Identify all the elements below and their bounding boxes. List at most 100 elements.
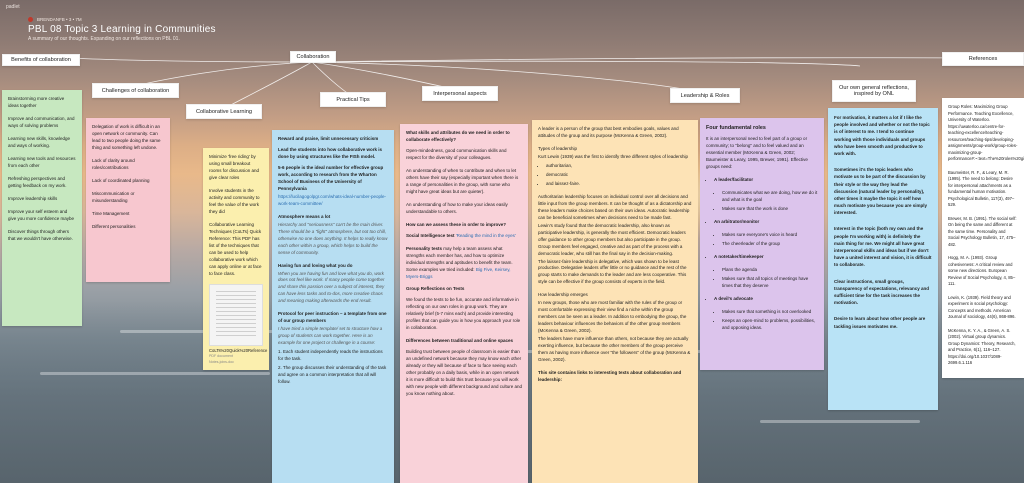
- label-references[interactable]: References: [942, 52, 1024, 66]
- benefit-item: Discover things through others that we w…: [8, 228, 73, 241]
- tip-text: Hierarchy and "seriousness" can't be the…: [278, 221, 388, 255]
- pdf-attachment[interactable]: [209, 283, 263, 346]
- challenge-item: Lack of coordinated planning: [92, 177, 150, 183]
- roles-list: An arbitrator/monitor: [706, 219, 818, 226]
- roles-list: A notetaker/timekeeper: [706, 254, 818, 261]
- learning-point: Minimize 'free riding' by using small br…: [209, 154, 260, 180]
- role-sublist: Communicates what we are doing, how we d…: [706, 190, 818, 213]
- label-challenges[interactable]: Challenges of collaboration: [92, 83, 179, 98]
- role-item: An arbitrator/monitor: [714, 219, 818, 226]
- tip-link[interactable]: https://lucilagogolpgr.com/whats-ideal-n…: [278, 194, 388, 208]
- role-item: A devil's advocate: [714, 296, 818, 303]
- tip-text: 5-6 people is the ideal number for effec…: [278, 164, 384, 191]
- label-practical-tips[interactable]: Practical Tips: [320, 92, 386, 107]
- label-reflections[interactable]: Our own general reflections, inspired by…: [832, 80, 916, 102]
- benefit-item: Improve leadership skills: [8, 195, 58, 201]
- pdf-meta: Notes-joins-doc: [209, 359, 234, 364]
- role-item: A leader/facilitator: [714, 177, 818, 184]
- label-benefits[interactable]: Benefits of collaboration: [2, 54, 80, 66]
- tip-heading: Having fun and loving what you do: [278, 262, 353, 268]
- leadership-text: This site contains links to interesting …: [538, 370, 682, 383]
- interpersonal-heading: Group Reflections on Tests: [406, 286, 465, 292]
- label-collab-learning[interactable]: Collaborative Learning: [186, 104, 262, 119]
- list-item: and laissez-faire.: [546, 181, 692, 188]
- benefits-card[interactable]: Brainstorming more creative ideas togeth…: [2, 90, 82, 326]
- reflection-text: Sometimes it's the topic leaders who mot…: [834, 167, 928, 216]
- label-leadership[interactable]: Leadership & Roles: [670, 88, 740, 103]
- interpersonal-heading: How can we assess these in order to impr…: [406, 221, 507, 227]
- list-item: Makes sure that all topics of meetings h…: [722, 276, 818, 290]
- reflection-text: Desire to learn about how other people a…: [834, 316, 926, 329]
- benefit-item: Learning new tools and resources from ea…: [8, 155, 76, 168]
- interpersonal-text: We found the tests to be fun, accurate a…: [406, 297, 521, 331]
- list-item: Keeps an open-mind to problems, possibil…: [722, 318, 818, 332]
- roles-list: A leader/facilitator: [706, 177, 818, 184]
- benefit-item: Improve and communication, and ways of s…: [8, 115, 75, 128]
- challenges-card[interactable]: Delegation of work is difficult in an op…: [86, 118, 170, 282]
- leadership-heading: How leadership emerges: [538, 292, 588, 298]
- challenge-item: Different personalities: [92, 223, 136, 229]
- roles-intro: It is an interpersonal need to feel part…: [706, 136, 808, 170]
- leadership-text: Lewin's study found that the democratic …: [538, 222, 686, 256]
- tip-heading: Atmosphere means a lot: [278, 213, 331, 219]
- list-item: Plans the agenda: [722, 267, 818, 274]
- interpersonal-heading: What skills and attributes do we need in…: [406, 130, 510, 142]
- interpersonal-text: Building trust between people of classro…: [406, 349, 522, 397]
- interpersonal-text: Open-mindedness, good communication skil…: [406, 147, 507, 160]
- label-interpersonal[interactable]: Interpersonal aspects: [422, 86, 498, 101]
- benefit-item: Improve your self esteem and give you mo…: [8, 208, 75, 221]
- reference-item: Lewin, K. (1939). Field theory and exper…: [948, 294, 1016, 320]
- practical-tips-card[interactable]: Reward and praise, limit unnecessary cri…: [272, 130, 394, 483]
- role-sublist: Makes sure everyone's voice is heard The…: [706, 232, 818, 248]
- interpersonal-text: An understanding of how to make your ide…: [406, 201, 508, 214]
- interpersonal-card[interactable]: What skills and attributes do we need in…: [400, 124, 528, 483]
- roles-list: A devil's advocate: [706, 296, 818, 303]
- challenge-item: Miscommunication or misunderstanding: [92, 190, 135, 203]
- social-intelligence-label: Social Intelligence test: [406, 232, 455, 238]
- benefit-item: Brainstorming more creative ideas togeth…: [8, 96, 65, 108]
- interpersonal-heading: Differences between traditional and onli…: [406, 338, 514, 344]
- list-item: Makes sure that the work is done: [722, 206, 818, 213]
- reference-item: Group Roles: Maximizing Group Performanc…: [948, 104, 1024, 161]
- list-item: Makes sure everyone's voice is heard: [722, 232, 818, 239]
- reference-item: Baumeister, R. F., & Leary, M. R. (1995)…: [948, 169, 1015, 208]
- interpersonal-text: An understanding of when to contribute a…: [406, 167, 519, 194]
- tip-heading: Protocol for peer instruction – a templa…: [278, 311, 387, 324]
- leadership-card[interactable]: A leader is a person of the group that b…: [532, 120, 698, 483]
- reflection-text: For motivation, it matters a lot if I li…: [834, 115, 930, 156]
- leadership-text: In new groups, those who are most famili…: [538, 300, 687, 334]
- reflections-card[interactable]: For motivation, it matters a lot if I li…: [828, 108, 938, 410]
- leadership-heading: Types of leadership: [538, 145, 578, 151]
- list-item: Communicates what we are doing, how we d…: [722, 190, 818, 204]
- tip-text: When you are having fun and love what yo…: [278, 270, 385, 304]
- colts-desc: This PDF has list of the techniques that…: [209, 235, 262, 276]
- role-sublist: Makes sure that something is not overloo…: [706, 309, 818, 332]
- leadership-styles-list: authoritarian, democratic and laissez-fa…: [538, 163, 692, 188]
- role-item: A notetaker/timekeeper: [714, 254, 818, 261]
- roles-card[interactable]: Four fundamental roles It is an interper…: [700, 118, 824, 370]
- tip-text: I have tried a simple template/ set to s…: [278, 326, 383, 346]
- challenge-item: Lack of clarity around roles/contributio…: [92, 157, 135, 170]
- roles-heading: Four fundamental roles: [706, 125, 766, 131]
- references-card[interactable]: Group Roles: Maximizing Group Performanc…: [942, 98, 1024, 378]
- leadership-text: The leaders have more influence than oth…: [538, 336, 691, 363]
- list-item: The cheerleader of the group: [722, 241, 818, 248]
- collab-learning-card[interactable]: Minimize 'free riding' by using small br…: [203, 148, 269, 370]
- tip-step: 2. The group discusses their understandi…: [278, 365, 387, 385]
- reflection-text: Clear instructions, small groups, transp…: [834, 278, 930, 306]
- leadership-text: A leader is a person of the group that b…: [538, 126, 679, 138]
- list-item: authoritarian,: [546, 163, 692, 170]
- benefit-item: Learning new skills, knowledge and ways …: [8, 135, 71, 148]
- list-item: Makes sure that something is not overloo…: [722, 309, 818, 316]
- role-sublist: Plans the agenda Makes sure that all top…: [706, 267, 818, 290]
- list-item: democratic: [546, 172, 692, 179]
- leadership-text: Kurt Lewin (1939) was the first to ident…: [538, 153, 688, 159]
- tip-text: Reward and praise, limit unnecessary cri…: [278, 136, 379, 141]
- leadership-text: The laissez-faire leadership is delegati…: [538, 258, 687, 285]
- label-collaboration[interactable]: Collaboration: [290, 51, 336, 63]
- challenge-item: Time Management: [92, 210, 130, 216]
- eyes-test-link[interactable]: 'Reading the mind in the eyes': [456, 233, 516, 238]
- tip-step: 1. Each student independently reads the …: [278, 349, 383, 362]
- challenge-item: Delegation of work is difficult in an op…: [92, 124, 161, 150]
- learning-point: Involve students in the activity and com…: [209, 187, 260, 214]
